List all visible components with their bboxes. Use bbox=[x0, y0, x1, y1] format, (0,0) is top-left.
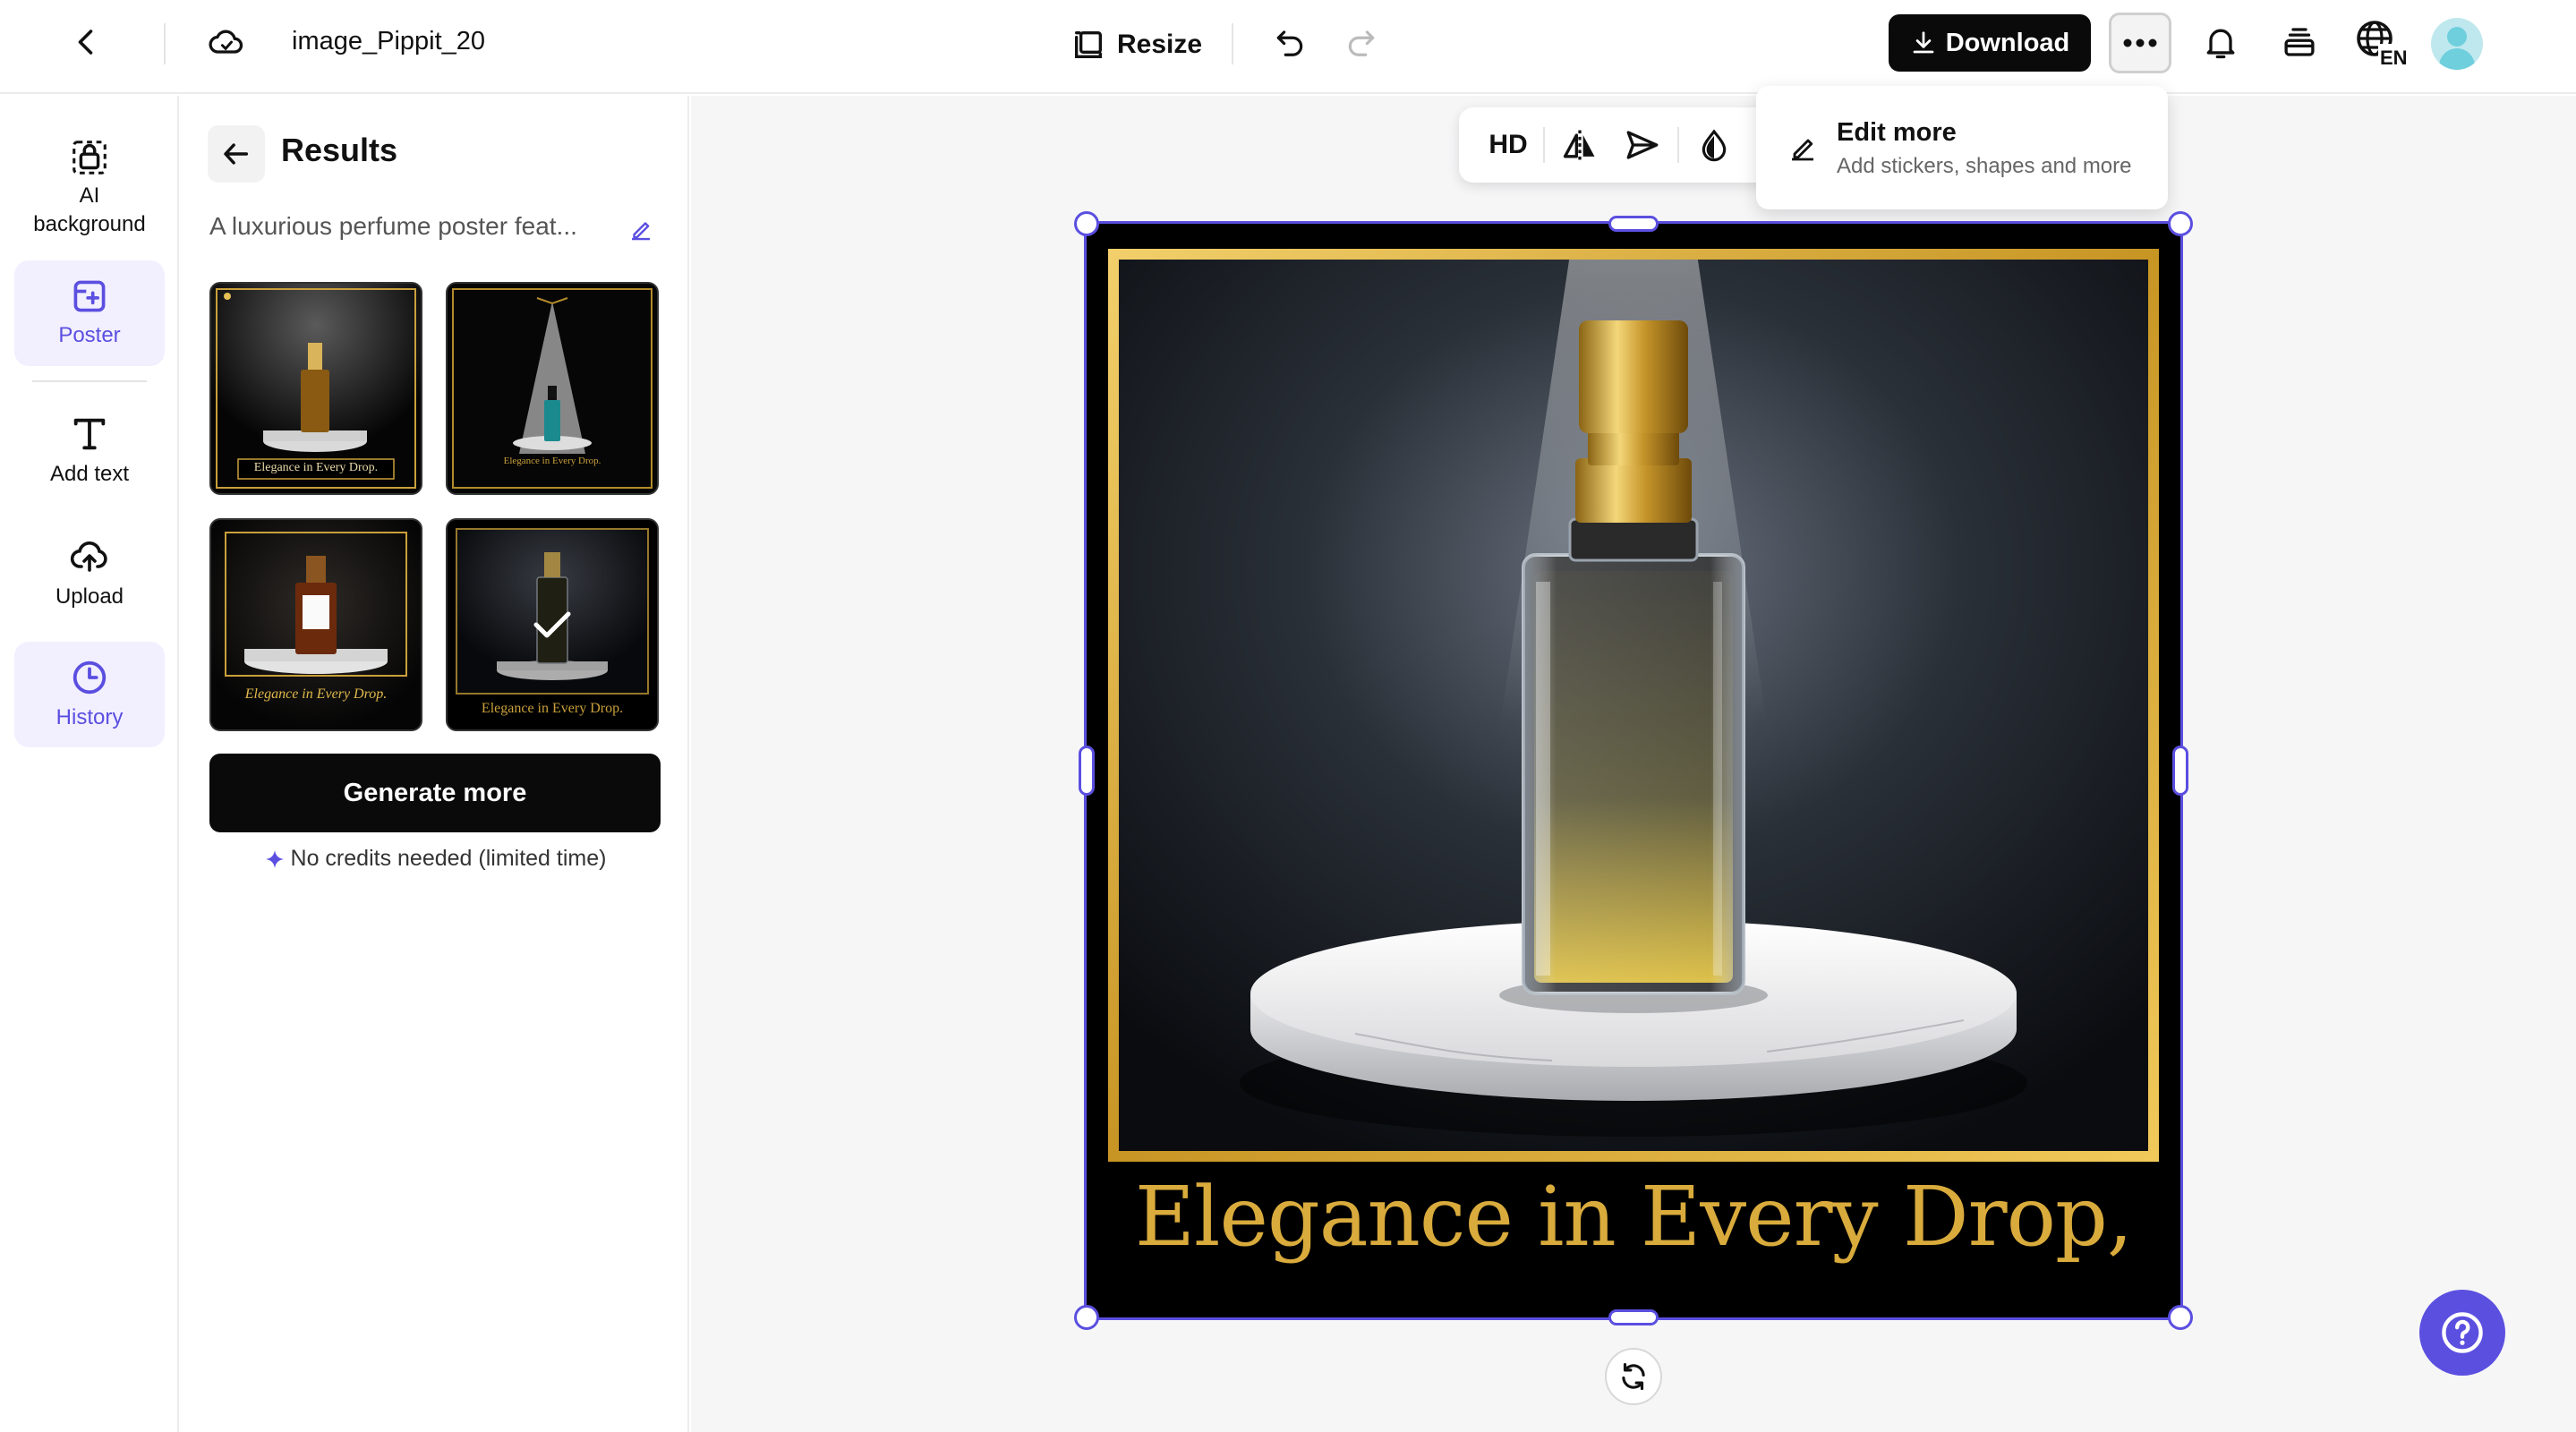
resize-icon bbox=[1075, 31, 1102, 58]
poster-tagline[interactable]: Elegance in Every Drop, bbox=[1087, 1168, 2180, 1266]
generate-more-button[interactable]: Generate more bbox=[209, 754, 661, 832]
rail-divider bbox=[32, 380, 147, 382]
send-icon bbox=[1626, 131, 1659, 159]
undo-button[interactable] bbox=[1258, 11, 1321, 73]
tool-rail: AI background Poster Add text Upload His… bbox=[0, 96, 179, 1432]
sidebar-item-upload[interactable]: Upload bbox=[14, 520, 165, 626]
sidebar-item-label: AI background bbox=[33, 183, 146, 236]
avatar[interactable] bbox=[2431, 18, 2483, 70]
results-back-button[interactable] bbox=[208, 125, 265, 183]
sidebar-item-label: Upload bbox=[55, 584, 124, 609]
thumbnail-caption: Elegance in Every Drop. bbox=[481, 701, 624, 716]
transform-button[interactable] bbox=[1611, 118, 1674, 172]
ai-background-icon bbox=[73, 141, 107, 175]
help-icon bbox=[2442, 1312, 2483, 1353]
results-panel: Results A luxurious perfume poster feat.… bbox=[181, 96, 689, 1432]
edit-more-subtitle: Add stickers, shapes and more bbox=[1837, 154, 2132, 178]
arrow-left-icon bbox=[224, 143, 249, 165]
resize-handle-left[interactable] bbox=[1079, 746, 1095, 796]
language-code: EN bbox=[2380, 47, 2408, 65]
edit-prompt-button[interactable] bbox=[623, 212, 659, 248]
more-options-button[interactable] bbox=[2109, 13, 2171, 73]
globe-icon: EN bbox=[2357, 21, 2409, 65]
canvas-toolbar: HD bbox=[1459, 107, 1781, 183]
sidebar-item-add-text[interactable]: Add text bbox=[14, 398, 165, 504]
cloud-icon bbox=[209, 30, 243, 54]
result-thumbnail-3[interactable]: Elegance in Every Drop. bbox=[209, 518, 422, 731]
assets-button[interactable] bbox=[2268, 11, 2331, 73]
credits-note: No credits needed (limited time) bbox=[209, 846, 661, 872]
header-divider bbox=[164, 23, 166, 64]
more-dots-icon bbox=[2123, 38, 2157, 47]
thumbnail-caption: Elegance in Every Drop. bbox=[503, 456, 601, 466]
upload-icon bbox=[70, 541, 107, 572]
rotate-icon bbox=[1622, 1362, 1645, 1391]
language-button[interactable]: EN bbox=[2350, 11, 2413, 73]
flip-icon bbox=[1563, 130, 1595, 160]
edit-more-menu[interactable]: Edit more Add stickers, shapes and more bbox=[1756, 86, 2168, 209]
notifications-button[interactable] bbox=[2189, 11, 2252, 73]
resize-handle-bottom-right[interactable] bbox=[2168, 1305, 2193, 1330]
rotate-handle[interactable] bbox=[1605, 1348, 1662, 1405]
result-thumbnail-4[interactable]: Elegance in Every Drop. bbox=[446, 518, 659, 731]
redo-button[interactable] bbox=[1330, 11, 1393, 73]
resize-button[interactable]: Resize bbox=[1070, 20, 1202, 70]
thumbnail-caption: Elegance in Every Drop. bbox=[244, 686, 388, 702]
sidebar-item-history[interactable]: History bbox=[14, 642, 165, 747]
download-label: Download bbox=[1945, 28, 2070, 57]
bell-icon bbox=[2206, 29, 2235, 59]
results-title: Results bbox=[281, 132, 398, 168]
opacity-button[interactable] bbox=[1683, 118, 1745, 172]
cloud-save-button[interactable] bbox=[195, 11, 258, 73]
resize-handle-top-left[interactable] bbox=[1074, 211, 1099, 236]
hd-button[interactable]: HD bbox=[1477, 118, 1540, 172]
download-button[interactable]: Download bbox=[1889, 14, 2091, 72]
history-icon bbox=[73, 661, 107, 695]
resize-handle-top-right[interactable] bbox=[2168, 211, 2193, 236]
flip-button[interactable] bbox=[1548, 118, 1611, 172]
edit-more-title: Edit more bbox=[1837, 118, 1957, 147]
resize-handle-right[interactable] bbox=[2172, 746, 2188, 796]
sidebar-item-ai-background[interactable]: AI background bbox=[14, 121, 165, 255]
droplet-icon bbox=[1702, 129, 1727, 162]
pencil-icon bbox=[1792, 139, 1813, 161]
resize-label: Resize bbox=[1117, 30, 1203, 59]
header-divider-2 bbox=[1232, 23, 1233, 64]
prompt-text[interactable]: A luxurious perfume poster feat... bbox=[209, 212, 603, 241]
pencil-icon bbox=[632, 222, 650, 241]
file-name[interactable]: image_Pippit_20 bbox=[292, 27, 485, 56]
selected-check-icon bbox=[533, 611, 571, 638]
help-button[interactable] bbox=[2419, 1290, 2505, 1376]
resize-handle-top[interactable] bbox=[1608, 216, 1659, 232]
resize-handle-bottom[interactable] bbox=[1608, 1309, 1659, 1325]
poster-icon bbox=[73, 280, 106, 312]
sidebar-item-label: Add text bbox=[49, 462, 130, 486]
layers-icon bbox=[2284, 28, 2315, 56]
back-button[interactable] bbox=[55, 11, 118, 73]
sparkle-icon bbox=[265, 849, 284, 868]
top-bar: image_Pippit_20 Resize Download EN bbox=[0, 0, 2576, 94]
credits-text: No credits needed (limited time) bbox=[290, 846, 607, 871]
text-icon bbox=[73, 418, 106, 450]
redo-icon bbox=[1348, 30, 1375, 56]
resize-handle-bottom-left[interactable] bbox=[1074, 1305, 1099, 1330]
chevron-left-icon bbox=[78, 30, 93, 55]
undo-icon bbox=[1276, 30, 1303, 56]
sidebar-item-label: History bbox=[55, 705, 124, 729]
result-thumbnail-2[interactable]: Elegance in Every Drop. bbox=[446, 282, 659, 495]
thumbnail-caption: Elegance in Every Drop. bbox=[253, 461, 379, 474]
result-thumbnail-1[interactable]: Elegance in Every Drop. bbox=[209, 282, 422, 495]
sidebar-item-label: Poster bbox=[58, 323, 121, 347]
sidebar-item-poster[interactable]: Poster bbox=[14, 260, 165, 366]
poster-canvas[interactable]: Elegance in Every Drop, bbox=[1084, 221, 2183, 1320]
download-icon bbox=[1913, 31, 1934, 54]
poster-image bbox=[1087, 224, 2180, 1317]
